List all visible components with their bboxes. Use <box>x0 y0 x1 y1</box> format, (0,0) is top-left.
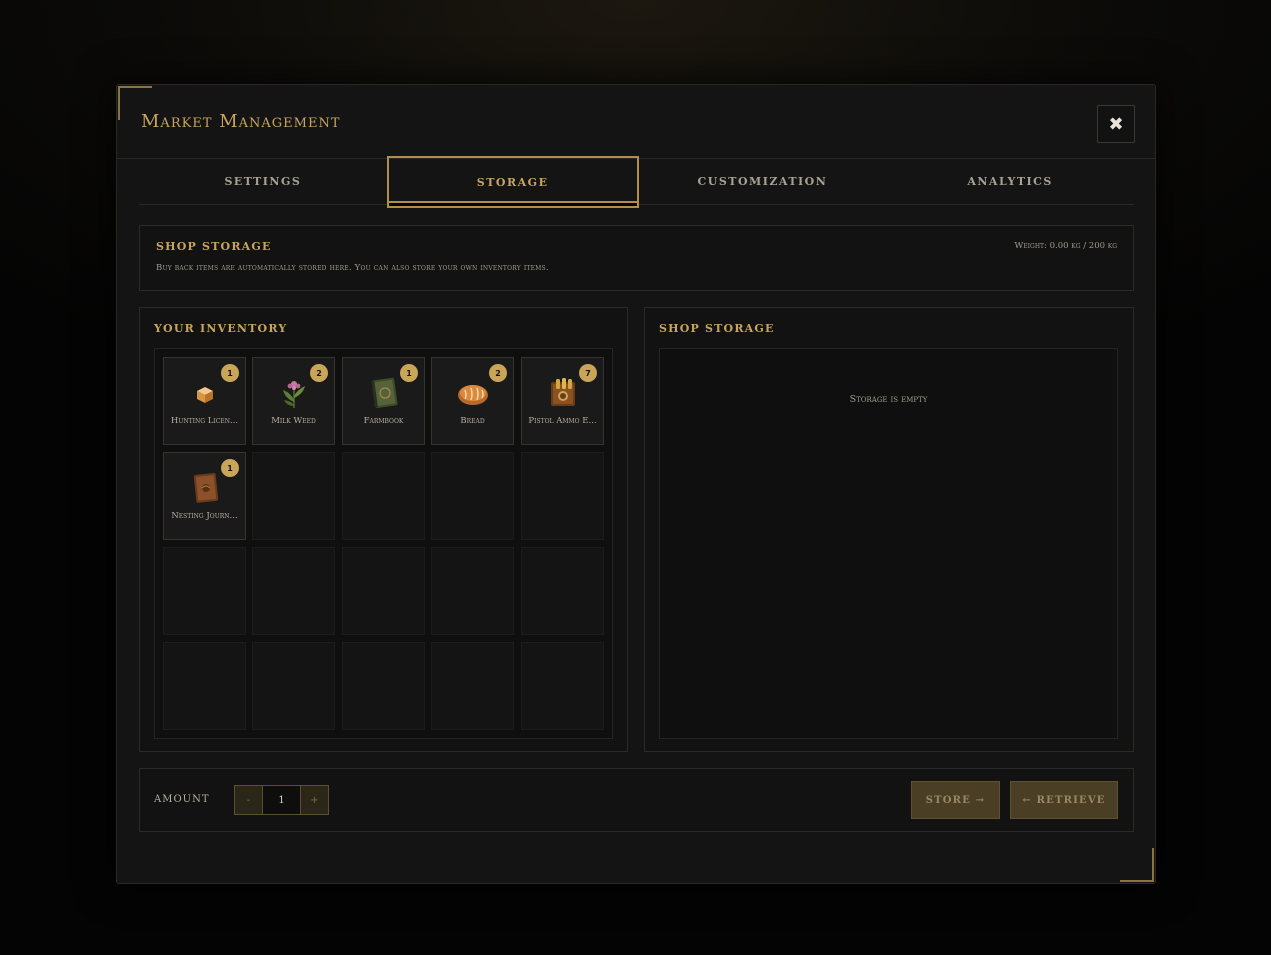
tab-bar: SETTINGS STORAGE CUSTOMIZATION ANALYTICS <box>139 156 1134 208</box>
empty-inventory-slot[interactable] <box>521 452 604 540</box>
close-button[interactable]: ✖ <box>1097 105 1135 143</box>
inventory-title: YOUR INVENTORY <box>154 322 288 335</box>
inventory-slot[interactable]: 1 Hunting Licen... <box>163 357 246 445</box>
tab-settings[interactable]: SETTINGS <box>139 159 387 204</box>
tab-analytics[interactable]: ANALYTICS <box>886 159 1134 204</box>
inventory-grid: 1 Hunting Licen... 2 Milk Weed 1 Farmboo… <box>154 348 613 739</box>
plant-icon <box>282 381 305 408</box>
retrieve-button[interactable]: ← RETRIEVE <box>1010 781 1118 819</box>
increase-amount-button[interactable]: + <box>301 786 328 814</box>
inventory-slot[interactable]: 7 Pistol Ammo E... <box>521 357 604 445</box>
empty-inventory-slot[interactable] <box>252 452 335 540</box>
inventory-slot[interactable]: 1 Nesting Journ... <box>163 452 246 540</box>
decrease-amount-button[interactable]: - <box>235 786 262 814</box>
item-name: Farmbook <box>363 416 404 426</box>
ammo-icon <box>550 378 575 406</box>
modal-header: Market Management ✖ <box>117 85 1155 159</box>
empty-inventory-slot[interactable] <box>342 642 425 730</box>
empty-inventory-slot[interactable] <box>342 547 425 635</box>
empty-inventory-slot[interactable] <box>163 547 246 635</box>
item-count-badge: 1 <box>221 459 239 477</box>
item-name: Bread <box>460 416 485 426</box>
empty-inventory-slot[interactable] <box>163 642 246 730</box>
empty-inventory-slot[interactable] <box>521 642 604 730</box>
tab-storage[interactable]: STORAGE <box>386 156 639 208</box>
item-count-badge: 2 <box>310 364 328 382</box>
item-count-badge: 2 <box>489 364 507 382</box>
empty-inventory-slot[interactable] <box>252 642 335 730</box>
box-icon <box>196 387 213 403</box>
storage-info-panel: SHOP STORAGE Buy back items are automati… <box>139 225 1134 291</box>
empty-inventory-slot[interactable] <box>431 452 514 540</box>
item-name: Nesting Journ... <box>171 511 238 521</box>
shop-storage-panel: SHOP STORAGE Storage is empty <box>644 307 1134 752</box>
bread-icon <box>457 385 488 405</box>
shop-storage-title: SHOP STORAGE <box>659 322 775 335</box>
info-description: Buy back items are automatically stored … <box>156 263 549 273</box>
storage-drop-area[interactable]: Storage is empty <box>659 348 1118 739</box>
empty-inventory-slot[interactable] <box>431 547 514 635</box>
modal-title: Market Management <box>141 111 341 132</box>
inventory-slot[interactable]: 1 Farmbook <box>342 357 425 445</box>
empty-inventory-slot[interactable] <box>342 452 425 540</box>
item-count-badge: 1 <box>221 364 239 382</box>
journal-icon <box>193 473 218 503</box>
storage-empty-text: Storage is empty <box>849 394 928 405</box>
store-button[interactable]: STORE → <box>911 781 1000 819</box>
item-count-badge: 1 <box>400 364 418 382</box>
info-title: SHOP STORAGE <box>156 240 272 253</box>
item-name: Pistol Ammo E... <box>528 416 597 426</box>
item-name: Hunting Licen... <box>170 416 239 426</box>
empty-inventory-slot[interactable] <box>521 547 604 635</box>
amount-stepper: - 1 + <box>234 785 329 815</box>
empty-inventory-slot[interactable] <box>252 547 335 635</box>
market-management-modal: Market Management ✖ SETTINGS STORAGE CUS… <box>116 84 1156 884</box>
action-footer: AMOUNT - 1 + STORE → ← RETRIEVE <box>139 768 1134 832</box>
empty-inventory-slot[interactable] <box>431 642 514 730</box>
weight-readout: Weight: 0.00 kg / 200 kg <box>1014 241 1117 251</box>
inventory-panel: YOUR INVENTORY 1 Hunting Licen... 2 Milk… <box>139 307 628 752</box>
item-count-badge: 7 <box>579 364 597 382</box>
corner-ornament-bottom-right <box>1120 848 1154 882</box>
close-icon: ✖ <box>1108 113 1124 135</box>
inventory-slot[interactable]: 2 Milk Weed <box>252 357 335 445</box>
item-name: Milk Weed <box>271 416 316 426</box>
amount-label: AMOUNT <box>154 794 210 805</box>
inventory-slot[interactable]: 2 Bread <box>431 357 514 445</box>
tab-customization[interactable]: CUSTOMIZATION <box>639 159 887 204</box>
book-icon <box>370 377 398 408</box>
amount-input[interactable]: 1 <box>262 786 301 814</box>
